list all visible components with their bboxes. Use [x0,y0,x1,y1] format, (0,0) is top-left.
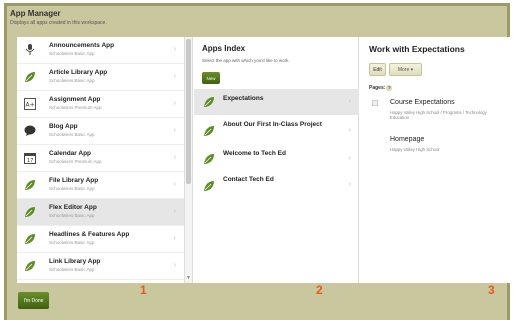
page-path: Happy Valley High School / Programs / Te… [390,110,487,120]
work-with-title: Work with Expectations [369,44,465,54]
leaf-icon [24,233,36,245]
im-done-button[interactable]: I'm Done [18,292,49,309]
apps-index-item-label: Welcome to Tech Ed [223,150,286,157]
app-name: Headlines & Features App [49,231,130,238]
app-list-item[interactable]: File Library App Schoolwires Basic App › [17,172,184,199]
apps-index-item[interactable]: Welcome to Tech Ed › [194,146,359,172]
apps-index-item-label: Expectations [223,95,264,102]
app-list-item[interactable]: Announcements App Schoolwires Basic App … [17,37,184,64]
app-plan: Schoolwires Premium App [49,159,102,164]
app-name: Assignment App [49,96,101,103]
edit-button[interactable]: Edit [369,63,386,76]
page-subtitle: Displays all apps created in this worksp… [10,20,107,26]
page-path: Happy Valley High School [390,147,440,152]
app-list-item[interactable]: Blog App Schoolwires Basic App › [17,118,184,145]
chevron-right-icon: › [348,155,351,162]
apps-index-title: Apps Index [202,44,246,53]
leaf-icon [203,125,215,137]
app-list-item[interactable]: Article Library App Schoolwires Basic Ap… [17,64,184,91]
app-plan: Schoolwires Basic App [49,132,95,137]
leaf-icon [24,260,36,272]
app-plan: Schoolwires Premium App [49,105,102,110]
chevron-right-icon: › [173,262,176,269]
app-plan: Schoolwires Basic App [49,78,95,83]
chevron-right-icon: › [348,181,351,188]
app-name: Blog App [49,123,78,130]
help-icon[interactable]: ? [386,85,393,91]
apps-index-item-label: About Our First In-Class Project [223,121,322,128]
app-list-item[interactable]: 17 Calendar App Schoolwires Premium App … [17,145,184,172]
app-list-scrollbar[interactable]: ▼ [185,37,193,283]
chevron-right-icon: › [173,235,176,242]
page-title: App Manager [10,9,61,18]
speech-bubble-icon [24,125,36,137]
app-name: Calendar App [49,150,92,157]
apps-index-item[interactable]: Contact Tech Ed › [194,172,359,198]
scrollbar-thumb[interactable] [186,39,191,184]
more-dropdown-button[interactable]: More ▾ [389,63,422,76]
leaf-icon [24,206,36,218]
app-plan: Schoolwires Basic App [49,240,95,245]
app-list-item-selected[interactable]: Flex Editor App Schoolwires Basic App › [17,199,184,226]
chevron-right-icon: › [173,100,176,107]
leaf-icon [203,153,215,165]
callout-number-1: 1 [140,283,147,297]
page-link[interactable]: Course Expectations [390,99,455,106]
app-list-item[interactable]: A+ Assignment App Schoolwires Premium Ap… [17,91,184,118]
chevron-right-icon: › [173,46,176,53]
apps-index-item-selected[interactable]: Expectations › [194,89,359,115]
app-manager-header: App Manager Displays all apps created in… [10,9,500,35]
svg-text:A+: A+ [26,102,35,109]
calendar-icon: 17 [24,152,36,164]
svg-text:17: 17 [27,158,33,164]
apps-index-description: Select the app with which you'd like to … [202,58,290,63]
app-list-item[interactable]: Headlines & Features App Schoolwires Bas… [17,226,184,253]
app-list: Announcements App Schoolwires Basic App … [17,37,185,283]
scroll-down-arrow-icon[interactable]: ▼ [186,275,191,281]
apps-index-item-label: Contact Tech Ed [223,176,274,183]
chevron-right-icon: › [173,154,176,161]
microphone-icon [24,44,36,56]
chevron-right-icon: › [173,181,176,188]
chevron-right-icon: › [348,127,351,134]
app-name: Link Library App [49,258,101,265]
grade-a-plus-icon: A+ [24,98,36,110]
chevron-right-icon: › [173,127,176,134]
app-name: File Library App [49,177,99,184]
footer-bar: I'm Done [10,285,504,317]
leaf-icon [203,180,215,192]
panels: Announcements App Schoolwires Basic App … [17,37,510,283]
leaf-icon [24,179,36,191]
app-name: Flex Editor App [49,204,97,211]
chevron-right-icon: › [173,73,176,80]
work-with-panel: Work with Expectations Edit More ▾ Pages… [360,37,510,283]
app-name: Announcements App [49,42,115,49]
app-plan: Schoolwires Basic App [49,267,95,272]
leaf-icon [203,96,215,108]
app-plan: Schoolwires Basic App [49,213,95,218]
pages-label-text: Pages: [369,85,386,91]
pages-label: Pages:? [369,85,393,91]
page-checkbox[interactable] [372,100,378,106]
app-name: Article Library App [49,69,108,76]
chevron-right-icon: › [173,208,176,215]
callout-number-2: 2 [316,283,323,297]
app-plan: Schoolwires Basic App [49,51,95,56]
apps-index-item[interactable]: About Our First In-Class Project › [194,117,359,145]
callout-number-3: 3 [488,283,495,297]
app-list-item[interactable]: Link Library App Schoolwires Basic App › [17,253,184,280]
apps-index-panel: Apps Index Select the app with which you… [194,37,359,283]
new-button[interactable]: New [202,72,220,84]
page-link[interactable]: Homepage [390,136,424,143]
leaf-icon [24,71,36,83]
chevron-right-icon: › [348,98,351,105]
app-plan: Schoolwires Basic App [49,186,95,191]
